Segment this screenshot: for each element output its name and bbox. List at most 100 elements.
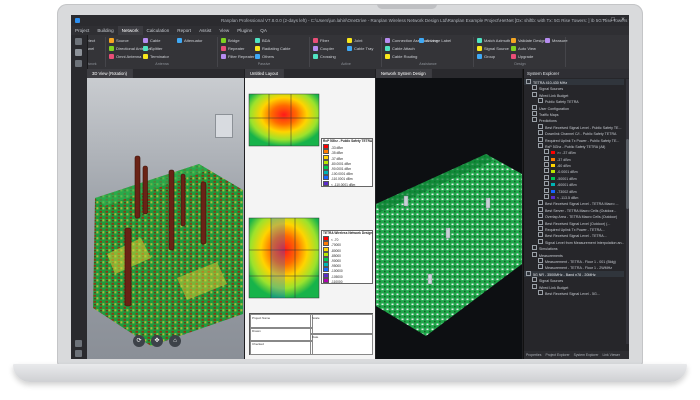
home-icon[interactable]: ⌂ xyxy=(169,335,181,347)
rotate-icon[interactable]: ⟳ xyxy=(133,335,145,347)
tree-checkbox[interactable] xyxy=(532,251,537,257)
tree-checkbox[interactable] xyxy=(544,187,549,193)
measure-button[interactable]: Measure xyxy=(545,38,568,43)
tree-node-label: Best Server - TETRA Macro Cells (Outdoor… xyxy=(545,208,617,213)
explorer-scrollbar[interactable] xyxy=(626,79,629,344)
window-titlebar: Ranplan Professional V7.8.0.0 (2-days le… xyxy=(71,15,629,26)
signal-source-button[interactable]: Signal Source xyxy=(477,46,509,51)
menu-item-calculation[interactable]: Calculation xyxy=(143,26,174,35)
tree-checkbox[interactable] xyxy=(526,270,531,276)
tab-properties[interactable]: Properties xyxy=(524,351,543,359)
tab-system-explorer[interactable]: System Explorer xyxy=(572,351,601,359)
tree-checkbox[interactable] xyxy=(538,142,543,148)
tree-checkbox[interactable] xyxy=(532,110,537,116)
view-cube[interactable] xyxy=(215,114,233,138)
tree-checkbox[interactable] xyxy=(538,219,543,225)
upgrade-button[interactable]: Upgrade xyxy=(511,54,533,59)
group-button[interactable]: Group xyxy=(477,54,495,59)
tab-project-explorer[interactable]: Project Explorer xyxy=(543,351,571,359)
tree-checkbox[interactable] xyxy=(544,149,549,155)
splitter-button[interactable]: Splitter xyxy=(143,46,162,51)
tree-checkbox[interactable] xyxy=(532,117,537,123)
others-button[interactable]: Others xyxy=(255,54,274,59)
tree-checkbox[interactable] xyxy=(538,232,543,238)
tree-node-label: < -113.5 dBm xyxy=(557,196,579,201)
cable-routing-button[interactable]: Cable Routing xyxy=(385,54,417,59)
tab-3d-view[interactable]: 3D View (Rotation) xyxy=(87,69,134,78)
ribbon-group-label: Active xyxy=(341,62,351,66)
tree-checkbox[interactable] xyxy=(532,277,537,283)
layers-icon[interactable] xyxy=(75,49,82,56)
match-azimuth-button[interactable]: Match Azimuth xyxy=(477,38,510,43)
fiber-button[interactable]: Fiber xyxy=(313,38,329,43)
tree-checkbox[interactable] xyxy=(532,85,537,91)
tab-untitled-layout[interactable]: Untitled Layout xyxy=(245,69,284,78)
validate-design-button[interactable]: Validate Design xyxy=(511,38,546,43)
viewport-3d[interactable]: ⟳ ✥ ⌂ xyxy=(87,78,244,359)
radiating-cable-button[interactable]: Radiating Cable xyxy=(255,46,290,51)
tree-node[interactable]: Best Received Signal Level - 5G... xyxy=(524,289,624,296)
tree-checkbox[interactable] xyxy=(544,194,549,200)
maximize-icon[interactable]: □ xyxy=(610,17,616,23)
tree-checkbox[interactable] xyxy=(538,257,543,263)
filter-repeater-button[interactable]: Filter Repeater xyxy=(221,54,254,59)
minimize-icon[interactable]: – xyxy=(601,17,607,23)
attenuator-button[interactable]: Attenuator xyxy=(177,38,202,43)
tree-checkbox[interactable] xyxy=(538,225,543,231)
menu-item-project[interactable]: Project xyxy=(71,26,93,35)
close-icon[interactable]: × xyxy=(620,17,626,23)
network-design-view[interactable] xyxy=(376,78,522,359)
bridge-button[interactable]: Bridge xyxy=(221,38,240,43)
coupler-button[interactable]: Coupler xyxy=(313,46,334,51)
menu-item-view[interactable]: View xyxy=(215,26,233,35)
cable-attach-button[interactable]: Cable Attach xyxy=(385,46,415,51)
tree-checkbox[interactable] xyxy=(538,289,543,295)
source-button[interactable]: Source xyxy=(109,38,129,43)
cable-tray-button[interactable]: Cable Tray xyxy=(347,46,373,51)
menu-item-plugins[interactable]: Plugins xyxy=(233,26,256,35)
floorplan-2d-view[interactable]: RxP 5Ghz - Public Safety TETRA -33 dBm -3… xyxy=(245,78,375,359)
tree-checkbox[interactable] xyxy=(538,200,543,206)
scroll-thumb[interactable] xyxy=(626,139,629,209)
tree-checkbox[interactable] xyxy=(544,181,549,187)
menu-item-report[interactable]: Report xyxy=(173,26,195,35)
tree-checkbox[interactable] xyxy=(526,79,531,84)
tree-checkbox[interactable] xyxy=(544,162,549,168)
menu-item-assist[interactable]: Assist xyxy=(195,26,215,35)
draw-icon[interactable] xyxy=(75,60,82,67)
tree-checkbox[interactable] xyxy=(538,136,543,142)
tab-link-viewer[interactable]: Link Viewer xyxy=(600,351,621,359)
menu-item-qa[interactable]: QA xyxy=(256,26,271,35)
tree-checkbox[interactable] xyxy=(538,238,543,244)
crossing-button[interactable]: Crossing xyxy=(313,54,336,59)
pan-icon[interactable]: ✥ xyxy=(151,335,163,347)
tree-checkbox[interactable] xyxy=(538,213,543,219)
tree-checkbox[interactable] xyxy=(544,174,549,180)
omni-antenna-button[interactable]: Omni Antenna xyxy=(109,54,141,59)
tree-checkbox[interactable] xyxy=(532,104,537,110)
ribbon-button-label: Repeater xyxy=(228,46,245,51)
tree-checkbox[interactable] xyxy=(538,98,543,104)
tree-checkbox[interactable] xyxy=(532,283,537,289)
auto-view-button[interactable]: Auto View xyxy=(511,46,536,51)
tree-checkbox[interactable] xyxy=(538,130,543,136)
tree-checkbox[interactable] xyxy=(532,91,537,97)
document-icon[interactable] xyxy=(75,350,82,357)
repeater-button[interactable]: Repeater xyxy=(221,46,244,51)
cable-button[interactable]: Cable xyxy=(143,38,160,43)
tree-checkbox[interactable] xyxy=(532,245,537,251)
arrange-label-button[interactable]: Arrange Label xyxy=(419,38,451,43)
bda-button[interactable]: BDA xyxy=(255,38,270,43)
tree-checkbox[interactable] xyxy=(544,168,549,174)
tree-checkbox[interactable] xyxy=(538,264,543,270)
tree-checkbox[interactable] xyxy=(538,123,543,129)
joint-button[interactable]: Joint xyxy=(347,38,362,43)
tree-checkbox[interactable] xyxy=(544,155,549,161)
antenna-site xyxy=(445,227,451,239)
settings-icon[interactable] xyxy=(75,340,82,347)
tree-checkbox[interactable] xyxy=(538,206,543,212)
tab-network-design[interactable]: Network System Design xyxy=(376,69,432,78)
terminator-button[interactable]: Terminator xyxy=(143,54,169,59)
select-tool-icon[interactable] xyxy=(75,38,82,45)
menu-item-building[interactable]: Building xyxy=(93,26,117,35)
